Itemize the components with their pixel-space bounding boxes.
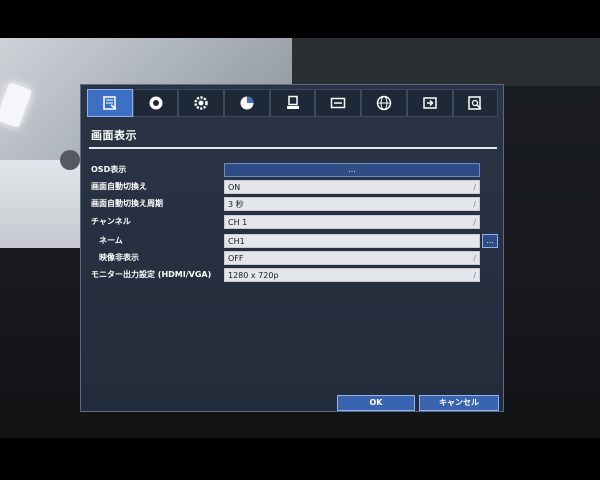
auto-interval-label: 画面自動切換え周期 [91,199,163,208]
gear-icon [193,95,209,111]
tab-schedule[interactable] [224,89,270,117]
dropdown-arrow-icon: / [473,183,476,192]
name-label: ネーム [99,236,123,245]
display-settings-icon [102,95,118,111]
camera-scene-dome-camera [60,150,80,170]
camera-scene-ceiling [292,38,600,86]
tab-export[interactable] [406,89,453,117]
tab-search[interactable] [452,89,499,117]
record-disc-icon [148,95,164,111]
section-divider [89,147,497,149]
hide-video-select[interactable]: OFF / [224,251,480,265]
osd-label: OSD表示 [91,165,127,174]
network-computer-icon [285,95,301,111]
hide-video-label: 映像非表示 [99,253,139,262]
dropdown-arrow-icon: / [473,254,476,263]
name-value: CH1 [228,237,245,246]
dropdown-arrow-icon: / [473,271,476,280]
tab-system[interactable] [178,89,225,117]
monitor-output-label: モニター出力設定 (HDMI/VGA) [91,270,212,279]
settings-tab-bar [87,89,499,119]
name-edit-button[interactable]: ... [482,234,498,248]
schedule-chart-icon [239,95,255,111]
channel-label: チャンネル [91,217,131,226]
dropdown-arrow-icon: / [473,218,476,227]
monitor-output-value: 1280 x 720p [228,271,279,280]
tab-network[interactable] [361,89,407,117]
tab-display[interactable] [87,89,133,117]
channel-select[interactable]: CH 1 / [224,215,480,229]
name-field[interactable]: CH1 [224,234,480,248]
auto-interval-select[interactable]: 3 秒 / [224,197,480,211]
storage-drive-icon [330,95,346,111]
tab-device[interactable] [269,89,316,117]
channel-value: CH 1 [228,218,248,227]
hide-video-value: OFF [228,254,244,263]
tab-storage[interactable] [315,89,362,117]
search-log-icon [467,95,483,111]
monitor-output-select[interactable]: 1280 x 720p / [224,268,480,282]
auto-switch-label: 画面自動切換え [91,182,147,191]
globe-icon [376,95,392,111]
auto-interval-value: 3 秒 [228,200,244,209]
osd-settings-button[interactable]: ... [224,163,480,177]
settings-dialog: 画面表示 OSD表示 ... 画面自動切換え ON / 画面自動切換え周期 3 … [80,84,504,412]
section-title: 画面表示 [91,129,137,142]
cancel-button[interactable]: キャンセル [419,395,499,411]
auto-switch-value: ON [228,183,241,192]
ok-button[interactable]: OK [337,395,415,411]
auto-switch-select[interactable]: ON / [224,180,480,194]
export-icon [422,95,438,111]
tab-record[interactable] [132,89,179,117]
dropdown-arrow-icon: / [473,200,476,209]
